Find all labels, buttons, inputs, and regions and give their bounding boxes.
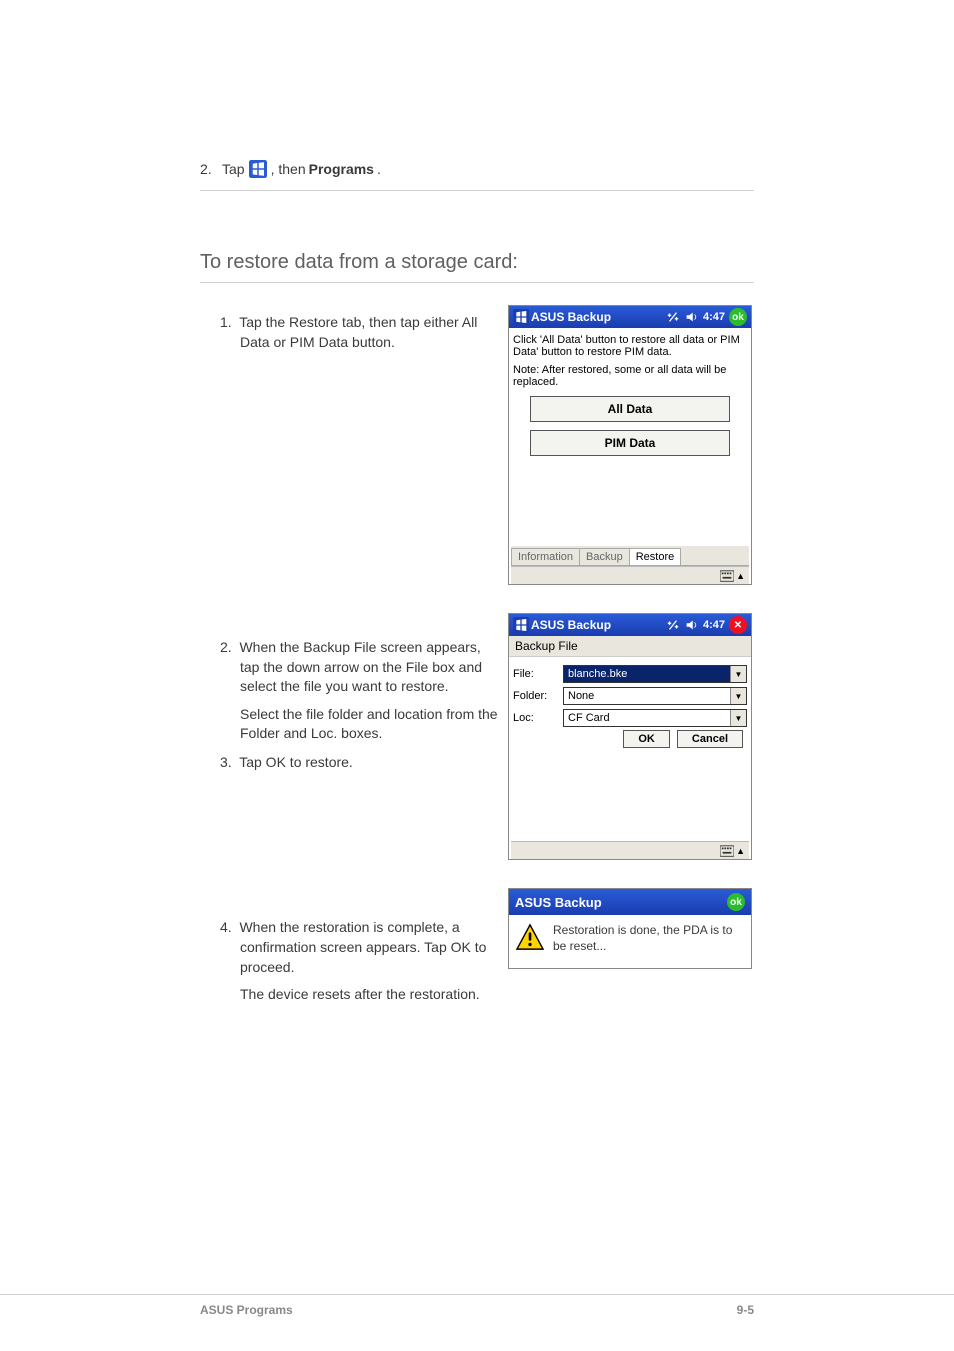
step2-text-c: Programs — [309, 161, 374, 177]
folder-value: None — [568, 690, 594, 702]
loc-value: CF Card — [568, 712, 610, 724]
pda-titlebar: ASUS Backup 4:47 ✕ — [509, 614, 751, 636]
restoration-dialog: ASUS Backup ok Restoration is done, the … — [508, 888, 752, 969]
pda-tabs: Information Backup Restore — [511, 546, 749, 566]
step3-text: Tap OK to restore. — [239, 754, 353, 770]
pda-backup-file-screen: ASUS Backup 4:47 ✕ Backup File File: — [508, 613, 752, 860]
page-footer: ASUS Programs 9-5 — [0, 1294, 954, 1317]
windows-start-icon — [249, 160, 267, 178]
pda-restore-screen: ASUS Backup 4:47 ok Click 'All Data' but… — [508, 305, 752, 585]
backup-file-subtitle: Backup File — [509, 636, 751, 657]
chevron-down-icon[interactable]: ▼ — [730, 710, 746, 726]
pim-data-button[interactable]: PIM Data — [530, 430, 730, 456]
chevron-down-icon[interactable]: ▼ — [730, 666, 746, 682]
file-dropdown[interactable]: blanche.bke ▼ — [563, 665, 747, 683]
step2b-text: When the Backup File screen appears, tap… — [239, 639, 482, 694]
step2-text-d: . — [377, 161, 381, 177]
file-value: blanche.bke — [568, 668, 627, 680]
doc-step-2-top: 2. Tap , then Programs . — [200, 160, 754, 178]
step-num: 1. — [220, 314, 232, 330]
windows-start-icon[interactable] — [513, 617, 529, 633]
ok-button[interactable]: OK — [623, 730, 670, 748]
ok-button[interactable]: ok — [729, 308, 747, 326]
page-number: 9-5 — [737, 1303, 754, 1317]
dialog-message: Restoration is done, the PDA is to be re… — [553, 923, 745, 954]
close-button[interactable]: ✕ — [729, 616, 747, 634]
pda-bottom-bar: ▲ — [511, 841, 749, 859]
step-num: 2. — [200, 161, 222, 177]
loc-dropdown[interactable]: CF Card ▼ — [563, 709, 747, 727]
footer-title: ASUS Programs — [200, 1303, 737, 1317]
windows-start-icon[interactable] — [513, 309, 529, 325]
pda-title-text: ASUS Backup — [531, 310, 663, 324]
volume-icon[interactable] — [683, 309, 699, 325]
loc-label: Loc: — [513, 712, 563, 724]
step4-text: When the restoration is complete, a conf… — [239, 919, 486, 974]
pda-clock[interactable]: 4:47 — [703, 311, 725, 323]
pda-title-text: ASUS Backup — [531, 618, 663, 632]
pda-clock[interactable]: 4:47 — [703, 619, 725, 631]
connectivity-icon[interactable] — [665, 617, 681, 633]
restore-instruction-1: Click 'All Data' button to restore all d… — [513, 334, 747, 358]
step1-text: Tap the Restore tab, then tap either All… — [239, 314, 477, 350]
reset-note: The device resets after the restoration. — [240, 985, 500, 1004]
doc-step-4: 4. When the restoration is complete, a c… — [200, 918, 500, 1004]
doc-step-1: 1. Tap the Restore tab, then tap either … — [200, 313, 500, 352]
file-label: File: — [513, 668, 563, 680]
step2-text-a: Tap — [222, 161, 245, 177]
cancel-button[interactable]: Cancel — [677, 730, 743, 748]
sip-arrow-icon[interactable]: ▲ — [736, 846, 745, 856]
dialog-title-text: ASUS Backup — [515, 895, 602, 910]
folder-label: Folder: — [513, 690, 563, 702]
folder-dropdown[interactable]: None ▼ — [563, 687, 747, 705]
keyboard-icon[interactable] — [720, 844, 734, 858]
divider — [200, 282, 754, 283]
restore-instruction-2: Note: After restored, some or all data w… — [513, 364, 747, 388]
tab-backup[interactable]: Backup — [579, 548, 630, 565]
dialog-titlebar: ASUS Backup ok — [509, 889, 751, 915]
chevron-down-icon[interactable]: ▼ — [730, 688, 746, 704]
step-num: 3. — [220, 754, 232, 770]
step2-text-b: , then — [271, 161, 306, 177]
ok-button[interactable]: ok — [727, 893, 745, 911]
warning-icon — [515, 923, 545, 951]
all-data-button[interactable]: All Data — [530, 396, 730, 422]
pda-titlebar: ASUS Backup 4:47 ok — [509, 306, 751, 328]
keyboard-icon[interactable] — [720, 569, 734, 583]
volume-icon[interactable] — [683, 617, 699, 633]
select-text: Select the file folder and location from… — [240, 705, 500, 743]
doc-step-2: 2. When the Backup File screen appears, … — [200, 638, 500, 743]
connectivity-icon[interactable] — [665, 309, 681, 325]
restore-section-title: To restore data from a storage card: — [200, 251, 754, 274]
step-num: 4. — [220, 919, 232, 935]
doc-step-3: 3. Tap OK to restore. — [200, 753, 500, 773]
step-num: 2. — [220, 639, 232, 655]
tab-information[interactable]: Information — [511, 548, 580, 565]
pda-bottom-bar: ▲ — [511, 566, 749, 584]
tab-restore[interactable]: Restore — [629, 548, 682, 565]
divider — [200, 190, 754, 191]
sip-arrow-icon[interactable]: ▲ — [736, 571, 745, 581]
